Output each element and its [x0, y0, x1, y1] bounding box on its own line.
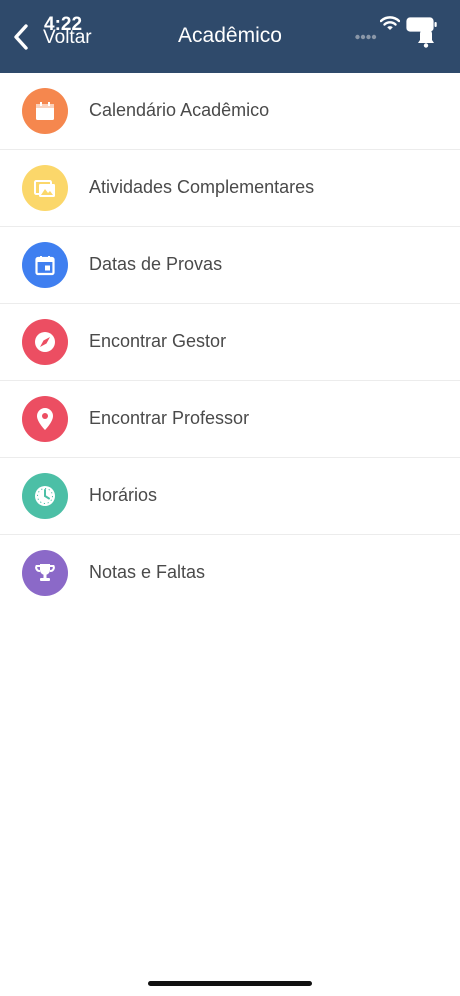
menu-item-atividades-complementares[interactable]: Atividades Complementares — [0, 150, 460, 227]
menu-item-label: Encontrar Professor — [89, 408, 250, 428]
menu-item-horarios[interactable]: Horários — [0, 458, 460, 535]
trophy-icon — [22, 550, 68, 596]
academic-menu: Calendário Acadêmico Atividades Compleme… — [0, 73, 460, 611]
menu-item-label: Atividades Complementares — [89, 177, 315, 197]
wifi-icon — [379, 16, 401, 37]
clock-icon — [22, 473, 68, 519]
signal-icon — [355, 27, 377, 45]
compass-icon — [22, 319, 68, 365]
menu-item-encontrar-professor[interactable]: Encontrar Professor — [0, 381, 460, 458]
home-indicator[interactable] — [148, 981, 312, 986]
menu-item-label: Notas e Faltas — [89, 562, 206, 582]
menu-item-calendario-academico[interactable]: Calendário Acadêmico — [0, 73, 460, 150]
menu-item-encontrar-gestor[interactable]: Encontrar Gestor — [0, 304, 460, 381]
back-label[interactable]: Voltar — [43, 27, 92, 49]
menu-item-label: Datas de Provas — [89, 254, 223, 274]
navigation-bar: 4:22 Voltar Acadêmico — [0, 0, 460, 73]
menu-item-label: Encontrar Gestor — [89, 331, 227, 351]
menu-item-datas-de-provas[interactable]: Datas de Provas — [0, 227, 460, 304]
chevron-left-icon — [12, 22, 30, 52]
event-icon — [22, 242, 68, 288]
menu-item-label: Calendário Acadêmico — [89, 100, 270, 120]
back-button[interactable] — [12, 20, 30, 54]
location-pin-icon — [22, 396, 68, 442]
menu-item-notas-e-faltas[interactable]: Notas e Faltas — [0, 535, 460, 611]
menu-item-label: Horários — [89, 485, 158, 505]
calendar-icon — [22, 88, 68, 134]
bell-icon[interactable] — [414, 26, 438, 53]
images-icon — [22, 165, 68, 211]
